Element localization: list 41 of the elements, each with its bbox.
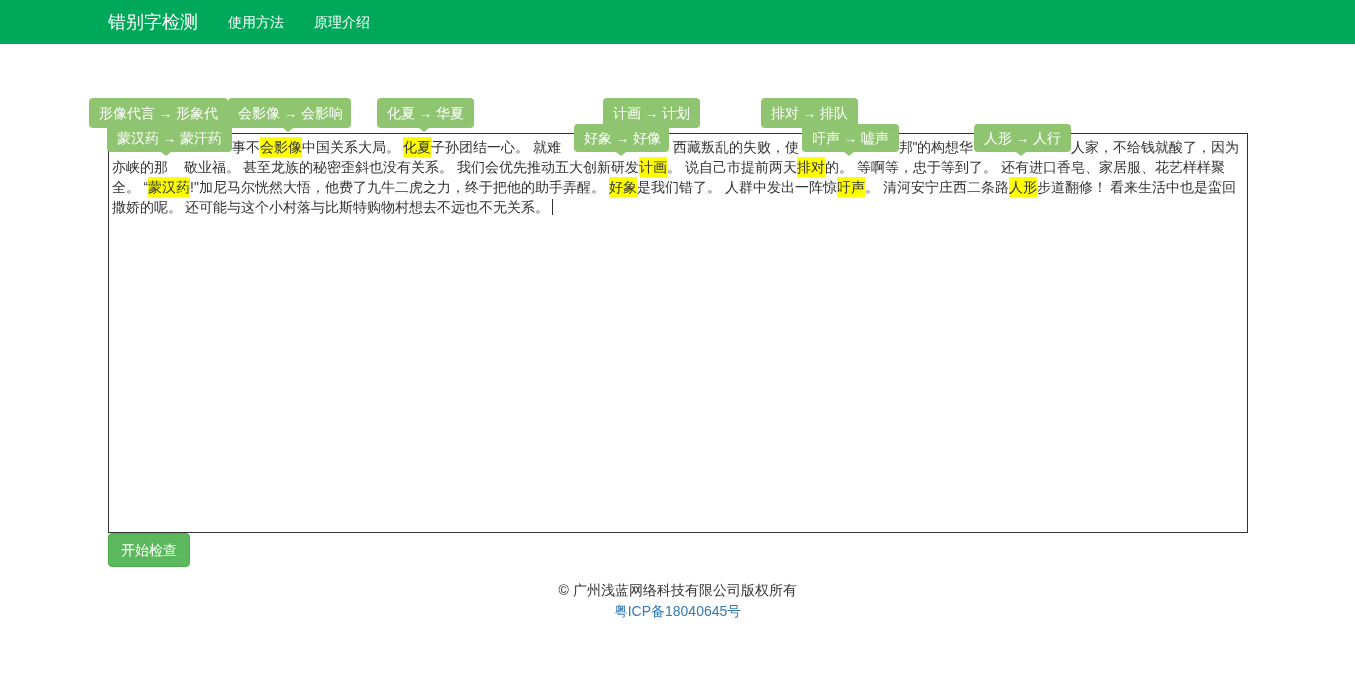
text-editor[interactable] [107, 133, 1248, 533]
tooltip-arrow-icon [615, 152, 626, 156]
tooltip-arrow-icon [1015, 152, 1026, 156]
highlighted-word: 人形 [1008, 177, 1037, 197]
text-run: 邦"的构想华 [898, 138, 974, 157]
nav-link[interactable]: 原理介绍 [313, 11, 370, 33]
highlighted-word: 会影像 [259, 137, 302, 157]
icp-link[interactable]: 粤ICP备18040645号 [613, 603, 742, 619]
nav-link[interactable]: 使用方法 [227, 11, 284, 33]
correction-tooltip: 人形 → 人行 [973, 124, 1071, 152]
text-cursor [552, 199, 554, 215]
brand-link[interactable]: 错别字检测 [107, 8, 198, 36]
correction-tooltip: 计画 → 计划 [602, 98, 700, 128]
highlighted-word: 排对 [797, 157, 826, 177]
highlighted-word: 好象 [608, 177, 637, 197]
correction-tooltip: 化夏 → 华夏 [376, 98, 474, 128]
check-button[interactable]: 开始检查 [107, 533, 190, 567]
copyright-text: © 广州浅蓝网络科技有限公司版权所有 [557, 581, 798, 600]
text-run: 是我们错了。 人群中发出一阵惊 [636, 178, 837, 197]
text-run: !"加尼马尔恍然大悟，他费了九牛二虎之力，终于把他的助手弄醒。 [190, 178, 606, 197]
text-run: 子孙团结一心。 就难 [431, 138, 562, 157]
correction-tooltip: 排对 → 排队 [760, 98, 858, 128]
tooltip-arrow-icon [418, 128, 429, 132]
text-run: 的。 等啊等，忠于等到了。 还有进口香皂、家居服、花艺样样聚 [825, 158, 1225, 177]
tooltip-arrow-icon [282, 128, 293, 132]
correction-tooltip: 会影像 → 会影响 [227, 98, 351, 128]
highlighted-word: 计画 [639, 157, 668, 177]
correction-tooltip: 吁声 → 嘘声 [801, 124, 899, 152]
highlighted-word: 蒙汉药 [148, 177, 191, 197]
text-run: 撒娇的呢。 还可能与这个小村落与比斯特购物村想去不远也不无关系。 [111, 198, 550, 217]
correction-tooltip: 好象 → 好像 [573, 124, 669, 152]
text-run: 全。 “ [111, 178, 149, 197]
tooltip-arrow-icon [160, 152, 171, 156]
text-run: 中国关系大局。 [301, 138, 401, 157]
text-run: 事不 [231, 138, 260, 157]
text-run: 。 清河安宁庄西二条路 [864, 178, 1009, 197]
text-run: 西藏叛乱的失败，使 [672, 138, 799, 157]
tooltip-arrow-icon [843, 152, 854, 156]
correction-tooltip: 蒙汉药 → 蒙汗药 [106, 124, 232, 152]
text-run: 人家，不给钱就酸了，因为 [1070, 138, 1239, 157]
text-run: 亦峡的那 [111, 158, 168, 177]
